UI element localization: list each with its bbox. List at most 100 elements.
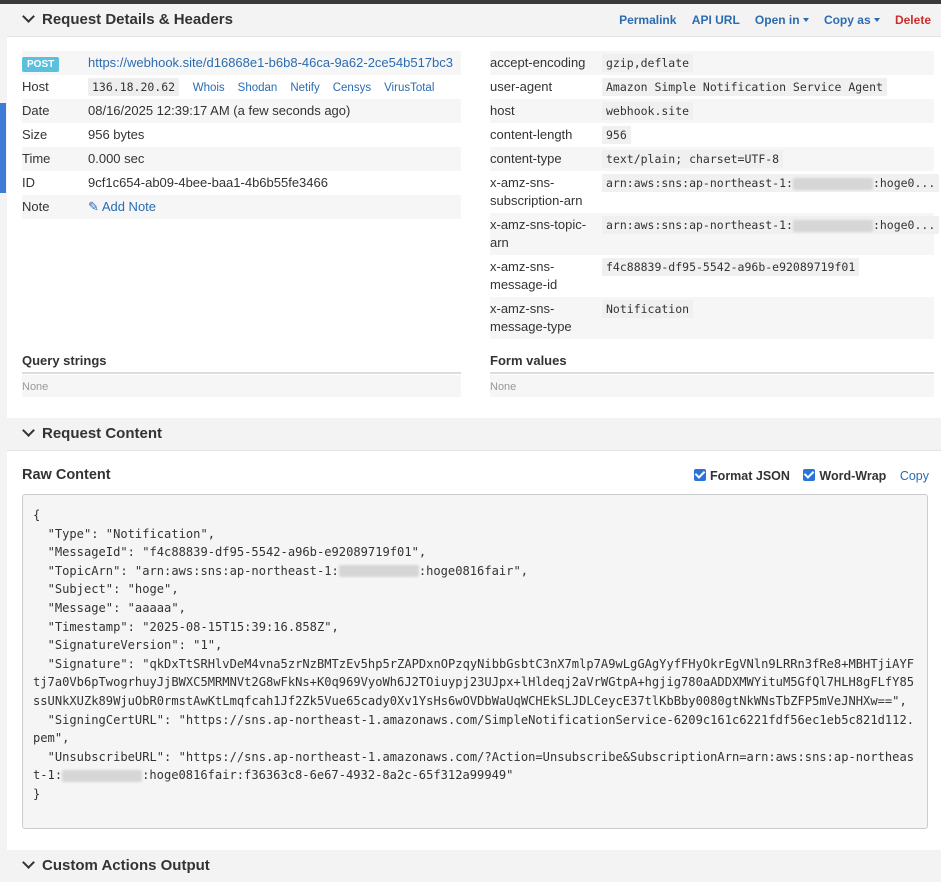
section-title-text: Request Details & Headers [42,11,233,28]
header-name: x-amz-sns-topic-arn [490,217,587,250]
id-label: ID [22,175,35,190]
redacted-account-id [792,177,873,190]
api-url-link[interactable]: API URL [692,13,740,27]
copy-as-dropdown[interactable]: Copy as [824,13,880,27]
section-title-text: Request Content [42,425,162,442]
header-name: accept-encoding [490,55,586,70]
header-value: arn:aws:sns:ap-northeast-1::hoge0... [602,216,940,234]
redacted-account-id [62,769,143,782]
chevron-down-icon [22,856,35,869]
caret-down-icon [873,18,880,22]
chevron-down-icon [22,10,35,23]
header-name: x-amz-sns-subscription-arn [490,175,583,208]
code-line: { [33,508,41,522]
method-badge: POST [22,57,60,72]
netify-link[interactable]: Netify [290,82,319,94]
redacted-account-id [338,565,419,578]
add-note-button[interactable]: ✎ Add Note [88,199,156,215]
query-empty: None [22,381,49,393]
chevron-down-icon [22,424,35,437]
section-title: Request Details & Headers [22,10,233,28]
divider [22,372,461,374]
code-line: "Timestamp": "2025-08-15T15:39:16.858Z", [33,619,339,634]
section-title: Request Content [22,424,162,442]
word-wrap-label: Word-Wrap [819,469,887,483]
code-line: } [33,786,41,801]
permalink-link[interactable]: Permalink [619,13,676,27]
open-in-dropdown[interactable]: Open in [755,13,809,27]
redacted-account-id [792,219,873,232]
checkbox-checked-icon [694,469,707,481]
raw-content-title: Raw Content [22,467,111,483]
copy-as-label: Copy as [823,13,871,27]
header-value: webhook.site [602,102,694,120]
code-line: "TopicArn": "arn:aws:sns:ap-northeast-1: [33,563,339,578]
code-line: "Signature": "qkDxTtSRHlvDeM4vna5zrNzBMT… [33,656,915,708]
selection-accent [0,103,6,193]
pencil-icon: ✎ [88,199,99,214]
section-title: Custom Actions Output [22,856,210,874]
arn-prefix: arn:aws:sns:ap-northeast-1: [606,176,793,190]
request-url-text: https://webhook.site/d16868e1-b6b8-46ca-… [88,55,453,70]
delete-link[interactable]: Delete [895,13,931,27]
format-json-toggle[interactable]: Format JSON [694,469,790,483]
virustotal-link[interactable]: VirusTotal [384,82,434,94]
copy-button[interactable]: Copy [900,469,929,483]
code-line: "SigningCertURL": "https://sns.ap-northe… [33,712,915,746]
word-wrap-toggle[interactable]: Word-Wrap [803,469,886,483]
open-in-label: Open in [754,13,800,27]
caret-down-icon [802,18,809,22]
request-content-header[interactable]: Request Content [7,418,941,451]
divider [490,372,934,374]
row-bg [22,375,461,397]
arn-prefix: arn:aws:sns:ap-northeast-1: [606,218,793,232]
form-values-title: Form values [490,353,567,368]
request-details-header[interactable]: Request Details & Headers Permalink API … [7,4,941,37]
date-value: 08/16/2025 12:39:17 AM (a few seconds ag… [88,103,351,118]
shodan-link[interactable]: Shodan [238,82,278,94]
code-line: "Subject": "hoge", [33,582,179,597]
raw-content-code[interactable]: { "Type": "Notification", "MessageId": "… [22,494,928,829]
details-panel: POST https://webhook.site/d16868e1-b6b8-… [7,37,941,418]
time-label: Time [22,151,51,166]
censys-link[interactable]: Censys [333,82,371,94]
request-url-link[interactable]: https://webhook.site/d16868e1-b6b8-46ca-… [88,55,453,70]
query-strings-title: Query strings [22,353,107,368]
code-line: :hoge0816fair", [418,563,529,578]
code-line: "Message": "aaaaa", [33,600,186,615]
header-value: Notification [602,300,694,318]
date-label: Date [22,103,50,118]
header-value: arn:aws:sns:ap-northeast-1: :hoge0... [602,174,940,192]
header-value: gzip,deflate [602,54,694,72]
header-value: f4c88839-df95-5542-a96b-e92089719f01 [602,258,860,276]
host-ip: 136.18.20.62 [88,78,180,96]
note-label: Note [22,199,50,214]
add-note-label: Add Note [101,199,157,214]
format-json-label: Format JSON [710,469,790,483]
checkbox-checked-icon [803,469,816,481]
header-name: x-amz-sns-message-type [490,301,572,334]
arn-suffix: :hoge0... [872,176,936,190]
row-bg [490,375,934,397]
custom-actions-header[interactable]: Custom Actions Output [7,850,941,882]
code-line: "Type": "Notification", [33,526,216,541]
header-name: content-length [490,127,573,142]
header-name: user-agent [490,79,553,94]
header-value: Amazon Simple Notification Service Agent [602,78,887,96]
whois-link[interactable]: Whois [193,82,225,94]
header-name: x-amz-sns-message-id [490,259,558,292]
form-empty: None [490,381,517,393]
code-line: "MessageId": "f4c88839-df95-5542-a96b-e9… [33,545,427,560]
header-value: 956 [602,126,631,144]
header-name: content-type [490,151,562,166]
code-line: :hoge0816fair:f36363c8-6e67-4932-8a2c-65… [142,768,514,783]
header-name: host [490,103,515,118]
section-title-text: Custom Actions Output [42,857,210,874]
id-value: 9cf1c654-ab09-4bee-baa1-4b6b55fe3466 [88,175,328,190]
size-value: 956 bytes [88,127,145,142]
raw-content-options: Format JSON Word-Wrap Copy [694,469,929,483]
host-label: Host [22,79,49,94]
header-actions: Permalink API URL Open in Copy as Delete [607,13,931,27]
host-value-wrap: 136.18.20.62 Whois Shodan Netify Censys Viru… [88,78,447,96]
method-badge-wrap: POST [22,55,60,72]
